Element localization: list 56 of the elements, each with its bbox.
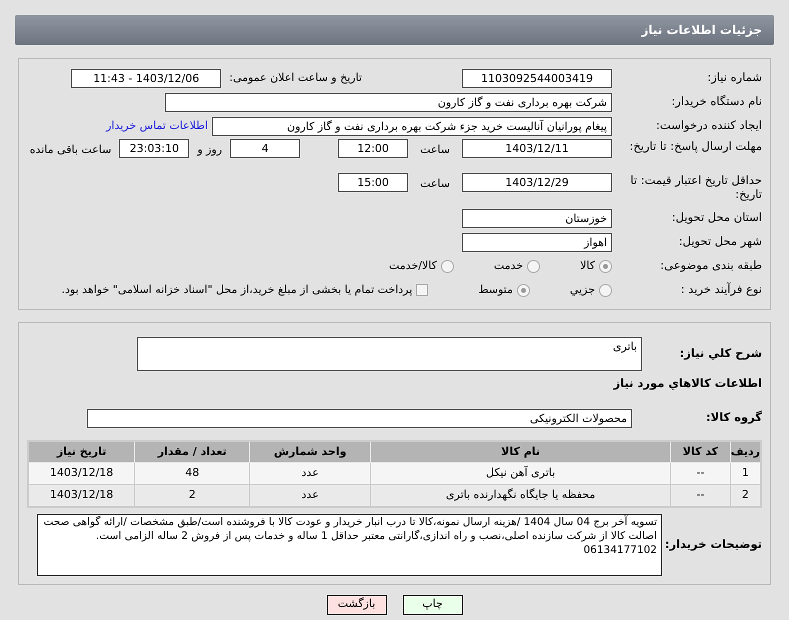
column-header: ردیف <box>730 440 761 462</box>
field-label: روز و <box>197 142 222 158</box>
radio-label: کالا <box>580 258 595 274</box>
field-label: ساعت <box>420 176 450 192</box>
notes-text: 06134177102 <box>582 542 657 556</box>
field-label: ایجاد کننده درخواست: <box>656 117 762 134</box>
field-label: حداقل تاریخ اعتبار قیمت: تا تاریخ: <box>629 173 762 201</box>
requester-field: پیغام پورانیان آنالیست خرید جزء شرکت بهره برداری نفت و گاز کارون <box>212 116 612 136</box>
print-button[interactable]: چاپ <box>402 594 462 614</box>
reply-time-field: 12:00 <box>338 139 408 158</box>
field-label: ساعت <box>420 142 450 158</box>
price-date-field: 1403/12/29 <box>462 173 612 192</box>
radio-label: متوسط <box>478 282 513 298</box>
radio-label: کالا/خدمت <box>389 258 437 274</box>
announce-date-field: 1403/12/06 - 11:43 <box>71 68 222 88</box>
remaining-time-field: 23:03:10 <box>119 139 190 158</box>
radio-label: جزیي <box>570 282 595 298</box>
section-title: اطلاعات کالاهاي مورد نیاز <box>614 376 762 390</box>
need-number-field: 1103092544003419 <box>462 68 612 88</box>
column-header: نام کالا <box>370 440 671 462</box>
column-header: تعداد / مقدار <box>134 440 250 462</box>
field-label: استان محل تحویل: <box>672 209 762 226</box>
checkbox[interactable] <box>416 284 428 296</box>
goods-group-field: محصولات الکترونیکی <box>87 408 632 428</box>
page-title: جزئیات اطلاعات نیاز <box>641 22 762 39</box>
field-label: گروه کالا: <box>706 410 762 424</box>
field-label: نوع فرآیند خرید : <box>680 281 762 298</box>
radio-button[interactable] <box>440 260 454 272</box>
price-time-field: 15:00 <box>338 173 408 192</box>
notes-text: تسویه آخر برج 04 سال 1404 /هزینه ارسال نمونه،کالا تا درب انبار خریدار و عودت کالا با فروشنده است/طبق مشخصات /ارائه گواهی صحت اصالت کالا از شرکت سازنده اصلی،نصب و راه اندازی،گارانتی معتبر حداقل 1 ساله و خدمات پس از فروش 2 ساله الزامی است. <box>42 514 657 542</box>
back-button[interactable]: بازگشت <box>326 594 386 614</box>
column-header: واحد شمارش <box>250 440 371 462</box>
radio-button[interactable] <box>599 284 612 296</box>
field-label: شهر محل تحویل: <box>678 233 762 250</box>
description-field: باتری <box>137 337 642 371</box>
radio-label: خدمت <box>494 258 524 274</box>
reply-date-field: 1403/12/11 <box>462 139 612 158</box>
column-header: کد کالا <box>670 440 730 462</box>
field-label: طبقه بندی موضوعی: <box>660 257 762 274</box>
buyer-contact-link[interactable]: اطلاعات تماس خریدار <box>106 118 208 134</box>
field-label: نام دستگاه خریدار: <box>671 93 762 110</box>
payment-note: پرداخت تمام یا بخشی از مبلغ خرید،از محل "اسناد خزانه اسلامی" خواهد بود. <box>62 282 412 298</box>
days-field: 4 <box>230 139 300 158</box>
city-field: اهواز <box>462 232 612 252</box>
field-label: شماره نیاز: <box>707 69 762 86</box>
radio-button[interactable] <box>516 284 530 296</box>
radio-button[interactable] <box>599 260 612 272</box>
field-label: ساعت باقی مانده <box>30 142 112 158</box>
field-label: شرح کلي نیاز: <box>680 346 762 360</box>
field-label: تاریخ و ساعت اعلان عمومی: <box>229 70 362 86</box>
field-label: مهلت ارسال پاسخ: تا تاریخ: <box>628 139 762 153</box>
province-field: خوزستان <box>462 208 612 228</box>
buyer-field: شرکت بهره برداری نفت و گاز کارون <box>165 92 612 112</box>
column-header: تاریخ نیاز <box>28 440 135 462</box>
radio-button[interactable] <box>527 260 540 272</box>
field-label: توضیحات خریدار: <box>664 536 762 551</box>
